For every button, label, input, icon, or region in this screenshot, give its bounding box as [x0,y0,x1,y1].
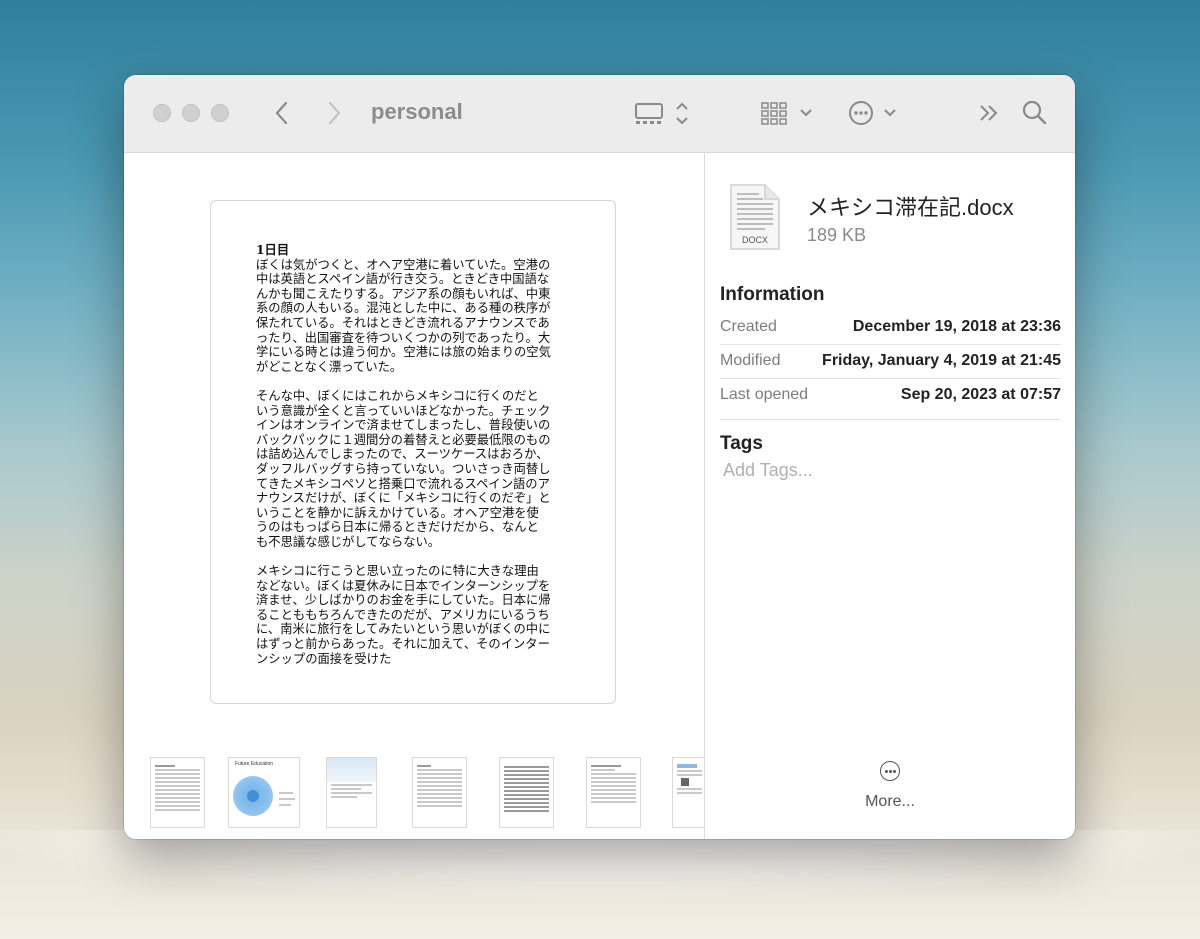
finder-window: personal 1日目 ぼくは気がつくと、オヘア空港に着いていた。空港の中は英… [124,75,1075,839]
gallery-pane: 1日目 ぼくは気がつくと、オヘア空港に着いていた。空港の中は英語とスペイン語が行… [124,153,706,839]
chevron-left-icon[interactable] [274,101,288,125]
info-value: Friday, January 4, 2019 at 21:45 [822,352,1061,369]
thumbnail-doc-7[interactable] [672,757,706,828]
thumbnail-doc-1[interactable] [150,757,205,828]
thumbnail-doc-6[interactable] [586,757,641,828]
info-label: Last opened [720,386,809,403]
more-label: More... [865,793,915,810]
document-paragraph: メキシコに行こうと思い立ったのに特に大きな理由などない。ぼくは夏休みに日本でイン… [256,564,551,666]
chevron-right-icon[interactable] [328,101,342,125]
thumbnail-future-education[interactable]: Future Education [228,757,300,828]
double-chevron-right-icon[interactable] [978,103,1000,123]
file-size: 189 KB [807,225,867,245]
info-label: Created [720,318,777,335]
info-value: Sep 20, 2023 at 07:57 [900,386,1061,403]
more-button[interactable]: More... [855,761,925,821]
search-icon[interactable] [1022,100,1048,126]
document-heading: 1日目 [256,242,290,257]
document-text: 1日目 ぼくは気がつくと、オヘア空港に着いていた。空港の中は英語とスペイン語が行… [256,242,551,681]
document-paragraph: ぼくは気がつくと、オヘア空港に着いていた。空港の中は英語とスペイン語が行き交う。… [256,257,551,374]
zoom-button[interactable] [211,104,229,122]
info-row-created: Created December 19, 2018 at 23:36 [720,311,1061,345]
document-paragraph: そんな中、ぼくにはこれからメキシコに行くのだという意識が全くと言っていいほどなか… [256,388,551,549]
file-name: メキシコ滞在記.docx [807,195,1014,220]
thumbnail-doc-5[interactable] [499,757,554,828]
tags-heading: Tags [720,433,763,454]
add-tags-field[interactable]: Add Tags... [723,460,813,481]
thumbnail-title: Future Education [235,761,274,767]
information-heading: Information [720,284,825,305]
ellipsis-icon [880,761,900,781]
document-preview[interactable]: 1日目 ぼくは気がつくと、オヘア空港に着いていた。空港の中は英語とスペイン語が行… [210,200,616,704]
info-row-last-opened: Last opened Sep 20, 2023 at 07:57 [720,379,1061,413]
inspector-pane: DOCX メキシコ滞在記.docx 189 KB Information Cre… [705,153,1075,839]
gallery-view-icon[interactable] [634,101,692,127]
info-label: Modified [720,352,781,369]
minimize-button[interactable] [182,104,200,122]
docx-file-icon: DOCX [730,184,780,250]
desktop-wave [0,830,1200,900]
group-grid-icon[interactable] [761,101,815,125]
file-badge: DOCX [742,235,768,245]
action-ellipsis-icon[interactable] [848,100,900,126]
info-row-modified: Modified Friday, January 4, 2019 at 21:4… [720,345,1061,379]
info-value: December 19, 2018 at 23:36 [852,318,1061,335]
thumbnail-doc-4[interactable] [412,757,467,828]
close-button[interactable] [153,104,171,122]
window-title: personal [371,99,463,124]
thumbnail-circle-graphic [233,776,273,816]
toolbar: personal [124,75,1075,153]
thumbnail-sky-doc[interactable] [326,757,377,828]
